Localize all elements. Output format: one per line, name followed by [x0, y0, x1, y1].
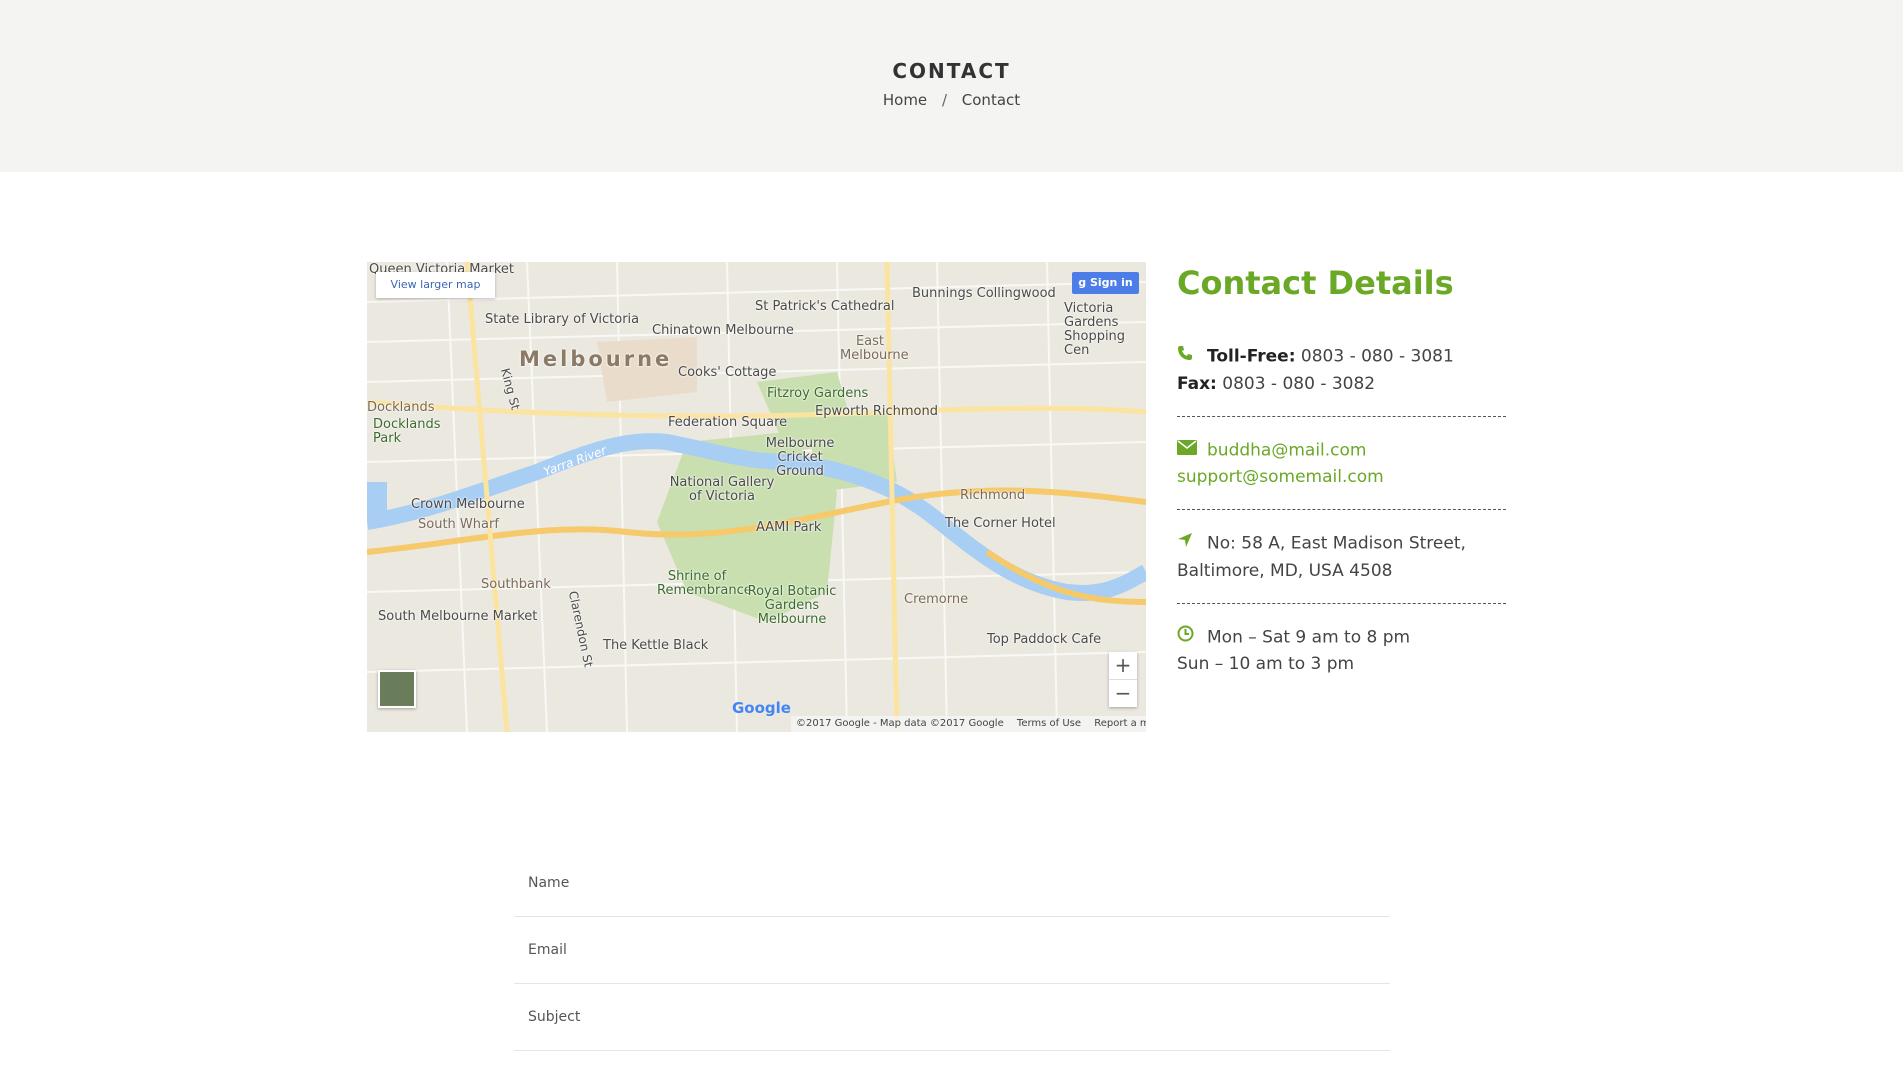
- map-label-botanic: Royal Botanic Gardens Melbourne: [747, 584, 837, 627]
- hours-sunday: Sun – 10 am to 3 pm: [1177, 654, 1355, 674]
- map-label-south-market: South Melbourne Market: [378, 609, 538, 624]
- page-header: CONTACT Home / Contact: [0, 0, 1903, 172]
- envelope-icon: [1177, 437, 1207, 464]
- page-title: CONTACT: [892, 59, 1011, 83]
- toll-free-label: Toll-Free:: [1207, 346, 1296, 367]
- map-label-chinatown: Chinatown Melbourne: [652, 323, 794, 338]
- contact-details: Contact Details Toll-Free: 0803 - 080 - …: [1177, 262, 1506, 716]
- map-copyright: ©2017 Google - Map data ©2017 Google: [796, 718, 1004, 729]
- email-link-support[interactable]: support@somemail.com: [1177, 467, 1384, 487]
- zoom-out-button[interactable]: −: [1109, 679, 1137, 706]
- hours-group: Mon – Sat 9 am to 8 pm Sun – 10 am to 3 …: [1177, 624, 1506, 697]
- fax-number: 0803 - 080 - 3082: [1222, 373, 1376, 394]
- map-label-crown: Crown Melbourne: [411, 497, 525, 512]
- name-field-wrapper: [514, 850, 1390, 917]
- zoom-in-button[interactable]: +: [1109, 652, 1137, 679]
- map-label-victoria-gardens: Victoria Gardens Shopping Cen: [1064, 301, 1126, 358]
- breadcrumb-separator: /: [941, 91, 947, 109]
- google-plus-icon: g: [1078, 276, 1090, 289]
- address-group: No: 58 A, East Madison Street, Baltimore…: [1177, 530, 1506, 604]
- google-logo: Google: [732, 699, 791, 717]
- breadcrumb-home-link[interactable]: Home: [883, 91, 927, 109]
- map-label-fitzroy-gardens: Fitzroy Gardens: [767, 386, 869, 401]
- map-label-southbank: Southbank: [481, 577, 551, 592]
- map-sign-in-label: Sign in: [1089, 276, 1133, 289]
- map-label-cricket-ground: Melbourne Cricket Ground: [765, 436, 835, 479]
- map-terms-link[interactable]: Terms of Use: [1017, 718, 1081, 729]
- map-sign-in-button[interactable]: g Sign in: [1072, 272, 1139, 294]
- map-label-aami-park: AAMI Park: [756, 520, 822, 535]
- phone-icon: [1177, 343, 1207, 370]
- map-label-epworth: Epworth Richmond: [815, 404, 939, 419]
- contact-form: [514, 850, 1390, 1051]
- hours-weekdays: Mon – Sat 9 am to 8 pm: [1207, 627, 1411, 647]
- name-input[interactable]: [514, 850, 1390, 916]
- map-label-south-wharf: South Wharf: [418, 517, 499, 532]
- google-map[interactable]: Melbourne State Library of Victoria Chin…: [367, 262, 1146, 732]
- email-field-wrapper: [514, 917, 1390, 984]
- address-line-1: No: 58 A, East Madison Street,: [1207, 533, 1466, 554]
- map-zoom-control: + −: [1109, 652, 1137, 707]
- map-label-national-gallery: National Gallery of Victoria: [669, 475, 775, 504]
- map-label-richmond: Richmond: [960, 488, 1026, 503]
- map-attribution: ©2017 Google - Map data ©2017 Google Ter…: [791, 716, 1146, 732]
- toll-free-number: 0803 - 080 - 3081: [1300, 346, 1454, 367]
- map-label-shrine: Shrine of Remembrance: [657, 569, 752, 598]
- subject-input[interactable]: [514, 984, 1390, 1050]
- map-label-bunnings: Bunnings Collingwood: [912, 286, 1056, 301]
- email-link-primary[interactable]: buddha@mail.com: [1207, 440, 1366, 460]
- clock-icon: [1177, 624, 1207, 651]
- contact-details-title: Contact Details: [1177, 264, 1454, 302]
- map-label-melbourne: Melbourne: [519, 347, 673, 371]
- map-label-top-paddock: Top Paddock Cafe: [987, 632, 1102, 647]
- map-label-corner-hotel: The Corner Hotel: [945, 516, 1056, 531]
- subject-field-wrapper: [514, 984, 1390, 1051]
- map-label-docklands-park: Docklands Park: [373, 417, 441, 446]
- phone-group: Toll-Free: 0803 - 080 - 3081 Fax: 0803 -…: [1177, 343, 1506, 417]
- email-input[interactable]: [514, 917, 1390, 983]
- google-logo-text: Google: [732, 699, 791, 717]
- map-label-cooks-cottage: Cooks' Cottage: [678, 365, 777, 380]
- map-label-state-library: State Library of Victoria: [485, 312, 640, 327]
- satellite-toggle-button[interactable]: [378, 670, 416, 708]
- address-line-2: Baltimore, MD, USA 4508: [1177, 560, 1393, 581]
- map-label-st-patricks: St Patrick's Cathedral: [755, 299, 895, 314]
- map-label-docklands: Docklands: [367, 400, 435, 415]
- map-label-east-melbourne: East Melbourne: [840, 334, 909, 363]
- breadcrumb-current: Contact: [961, 91, 1021, 109]
- fax-label: Fax:: [1177, 373, 1217, 394]
- map-label-cremorne: Cremorne: [904, 592, 969, 607]
- view-larger-map-link[interactable]: View larger map: [376, 272, 495, 298]
- map-label-federation-square: Federation Square: [668, 415, 788, 430]
- breadcrumb: Home / Contact: [0, 91, 1903, 109]
- map-report-link[interactable]: Report a map error: [1094, 718, 1146, 729]
- map-label-kettle-black: The Kettle Black: [603, 638, 709, 653]
- location-arrow-icon: [1177, 530, 1207, 557]
- email-group: buddha@mail.com support@somemail.com: [1177, 437, 1506, 510]
